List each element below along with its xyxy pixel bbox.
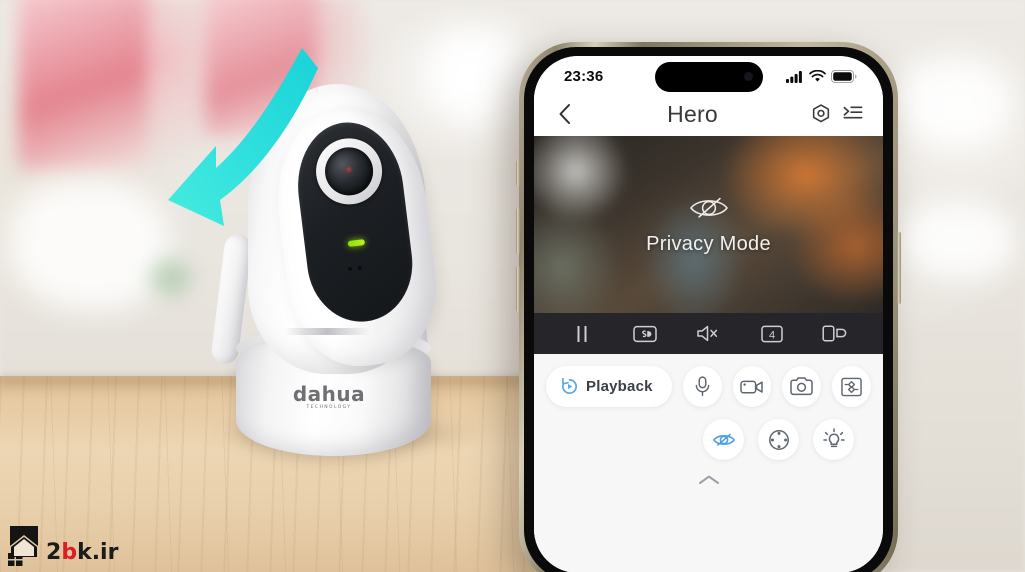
status-bar-indicators [786,69,857,83]
house-logo-icon [8,526,38,566]
camera-brand-sub: TECHNOLOGY [306,405,352,410]
phone-bezel: 23:36 Hero Privacy Mode 4 Playback [524,47,893,572]
playback-rewind-icon [562,377,578,394]
settings-button[interactable] [805,103,837,125]
camera-snapshot-icon [790,377,813,396]
smartphone-device: 23:36 Hero Privacy Mode 4 Playback [516,42,901,572]
background-plant [140,250,200,305]
pause-button[interactable] [562,325,602,343]
site-watermark: 2bk.ir [8,526,118,566]
mute-button[interactable] [688,324,728,343]
cast-to-device-icon [822,325,847,342]
chevron-up-icon [698,475,719,484]
microphone-icon [695,376,709,397]
cellular-signal-icon [786,70,802,83]
eye-slash-icon [712,433,735,446]
back-button[interactable] [548,103,580,125]
phone-volume-down-button[interactable] [516,266,520,312]
dynamic-island [654,62,763,92]
phone-volume-up-button[interactable] [516,208,520,254]
camera-microphone-hole [357,265,363,270]
ptz-button[interactable] [758,419,799,460]
list-menu-icon [843,106,863,119]
scene-root: dahua TECHNOLOGY 23:36 Hero Privacy Mode… [0,0,1025,572]
menu-button[interactable] [837,104,869,124]
privacy-mode-label: Privacy Mode [646,233,771,255]
status-bar: 23:36 [534,56,883,92]
playback-label: Playback [586,378,653,395]
privacy-mode-overlay: Privacy Mode [534,136,883,313]
camera-status-led [347,238,366,248]
playback-button[interactable]: Playback [546,366,672,407]
wifi-icon [809,69,826,82]
watermark-text: 2bk.ir [46,542,118,566]
snapshot-button[interactable] [782,366,822,407]
ptz-aim-icon [768,429,789,450]
camera-brand-name: dahua [292,382,366,406]
camera-lens-ring [312,134,386,209]
cyan-direction-arrow [168,48,318,226]
watermark-text-part3: k.ir [77,540,119,565]
page-title: Hero [667,100,718,127]
action-row-secondary [546,419,871,460]
background-window-left [18,0,148,170]
camera-brand-logo: dahua TECHNOLOGY [274,382,384,410]
watermark-text-part1: 2 [46,540,62,565]
app-nav-bar: Hero [534,92,883,136]
camera-seam-line [284,328,370,335]
watermark-text-part2: b [61,540,78,565]
video-record-icon [740,380,763,394]
camera-microphone-hole [347,266,353,272]
status-bar-time: 23:36 [564,67,604,85]
light-button[interactable] [813,419,854,460]
sd-quality-icon [633,325,657,342]
phone-power-button[interactable] [897,232,901,304]
eye-slash-icon [689,197,728,218]
cast-button[interactable] [815,324,855,343]
camera-lens-glint [344,164,354,174]
camera-lens [322,144,376,199]
background-shelf-right-bottom [905,200,1015,280]
panel-expander-button[interactable] [546,472,871,486]
record-button[interactable] [732,366,772,407]
light-bulb-icon [822,428,845,448]
expand-arrows-icon [841,377,862,396]
phone-silent-switch[interactable] [516,160,520,186]
video-control-strip: 4 [534,313,883,354]
action-panel: Playback [534,354,883,572]
grid-four-icon: 4 [761,325,783,342]
gear-icon [812,104,830,123]
stream-quality-button[interactable] [625,325,665,343]
chevron-left-icon [559,104,570,124]
background-shelf-right-top [900,60,1010,145]
svg-text:4: 4 [769,329,775,341]
privacy-mode-button[interactable] [703,419,744,460]
front-camera-icon [743,72,753,81]
live-video-area[interactable]: Privacy Mode [534,136,883,313]
battery-icon [831,69,857,83]
phone-screen: 23:36 Hero Privacy Mode 4 Playback [534,56,883,572]
speaker-mute-icon [697,325,718,342]
split-view-button[interactable]: 4 [752,325,792,343]
pause-icon [577,325,587,342]
fullscreen-button[interactable] [832,366,871,407]
talk-button[interactable] [682,366,722,407]
action-row-primary: Playback [546,366,871,407]
